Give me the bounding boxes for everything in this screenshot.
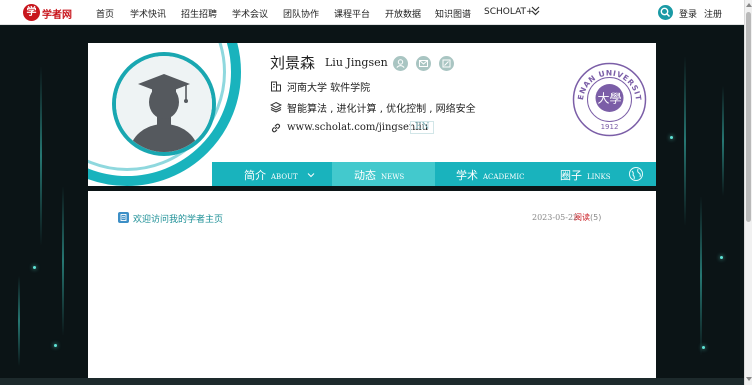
post-read-count[interactable]: 阅读(5) [574, 212, 601, 223]
nav-conference[interactable]: 学术会议 [232, 7, 268, 20]
scroll-down-arrow-icon[interactable] [746, 377, 752, 381]
register-link[interactable]: 注册 [704, 7, 722, 20]
avatar [112, 52, 216, 156]
site-name[interactable]: 学者网 [42, 6, 72, 21]
tab-news-en: NEWS [381, 173, 405, 181]
post-title-link[interactable]: 欢迎访问我的学者主页 [133, 212, 223, 225]
profile-tabbar: 简介 ABOUT 动态 NEWS 学术 ACADEMIC 圈子 LINKS [212, 162, 656, 186]
site-logo-icon[interactable]: 学 [23, 4, 40, 21]
research-interests: 智能算法 , 进化计算 , 优化控制 , 网络安全 [287, 104, 476, 115]
scholar-name-en: Liu Jingsen [325, 56, 388, 69]
scrollbar-thumb[interactable] [746, 12, 751, 222]
nav-open-data[interactable]: 开放数据 [385, 7, 421, 20]
henan-university-logo: HENAN UNIVERSITY 大學 1912 [572, 62, 647, 137]
tab-news-label: 动态 [354, 169, 376, 182]
tab-academic-label: 学术 [456, 169, 478, 182]
vertical-scrollbar[interactable] [744, 0, 752, 385]
scholar-name-cn: 刘景森 [270, 54, 316, 72]
tab-links-en: LINKS [587, 173, 611, 181]
page-bottom-strip [0, 378, 744, 385]
globe-icon[interactable] [628, 166, 644, 182]
top-navbar: 学 学者网 首页 学术快讯 招生招聘 学术会议 团队协作 课程平台 开放数据 知… [0, 0, 744, 25]
nav-home[interactable]: 首页 [96, 7, 114, 20]
login-link[interactable]: 登录 [679, 7, 697, 20]
person-icon[interactable] [393, 56, 408, 71]
link-icon [271, 123, 281, 133]
layers-icon [270, 101, 282, 113]
svg-text:大學: 大學 [597, 92, 621, 106]
scroll-up-arrow-icon[interactable] [746, 3, 752, 7]
post-icon [118, 212, 129, 223]
affiliation: 河南大学 软件学院 [287, 83, 371, 94]
read-count: (5) [590, 213, 602, 222]
post-date: 2023-05-22 [532, 213, 579, 222]
nav-recruit[interactable]: 招生招聘 [181, 7, 217, 20]
share-icon[interactable] [439, 56, 454, 71]
building-icon [271, 81, 281, 92]
double-chevron-down-icon[interactable] [531, 6, 540, 16]
nav-scholat-plus[interactable]: SCHOLAT+ [484, 7, 534, 17]
graduate-avatar-icon [116, 56, 212, 152]
read-label: 阅读 [574, 213, 590, 222]
tab-about-en: ABOUT [271, 173, 298, 181]
nav-knowledge-graph[interactable]: 知识图谱 [435, 7, 471, 20]
news-content-panel: 欢迎访问我的学者主页 2023-05-22 阅读(5) [88, 191, 656, 378]
language-toggle-button[interactable]: EN [410, 121, 435, 134]
tab-links-label: 圈子 [560, 169, 582, 182]
tab-about[interactable]: 简介 ABOUT [244, 162, 344, 186]
profile-url-link[interactable]: www.scholat.com/jingsenliu [287, 122, 428, 133]
nav-team[interactable]: 团队协作 [283, 7, 319, 20]
tab-academic-en: ACADEMIC [483, 173, 525, 181]
nav-news[interactable]: 学术快讯 [130, 7, 166, 20]
tab-news[interactable]: 动态 NEWS [332, 162, 435, 186]
tab-about-label: 简介 [244, 169, 266, 182]
chevron-down-icon [307, 172, 315, 177]
mail-icon[interactable] [416, 56, 431, 71]
tab-academic[interactable]: 学术 ACADEMIC [456, 162, 556, 186]
search-icon[interactable] [658, 5, 673, 20]
svg-text:1912: 1912 [601, 123, 619, 131]
nav-course[interactable]: 课程平台 [334, 7, 370, 20]
